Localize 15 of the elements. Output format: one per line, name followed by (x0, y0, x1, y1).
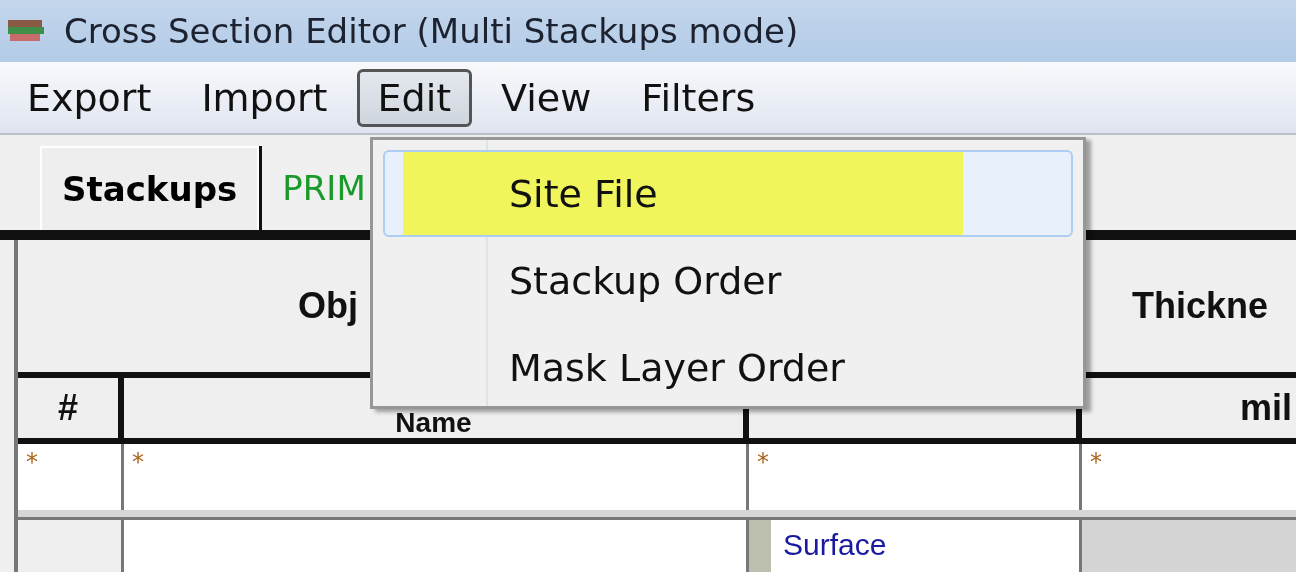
filter-cell[interactable]: * (749, 444, 1082, 510)
window-title: Cross Section Editor (Multi Stackups mode) (64, 11, 799, 51)
menu-item[interactable]: Filters (620, 68, 777, 127)
menu-option[interactable]: Site File (383, 150, 1073, 237)
menu-item[interactable]: View (480, 68, 613, 127)
filter-cell[interactable]: * (1082, 444, 1296, 510)
filter-cell[interactable]: * (18, 444, 124, 510)
header-cell: # (18, 378, 124, 444)
tab[interactable]: Stackups (40, 146, 260, 230)
menu-option[interactable]: Stackup Order (383, 237, 1073, 324)
menu-item[interactable]: Export (6, 68, 173, 127)
menu-item[interactable]: Import (180, 68, 349, 127)
table-cell-text: Surface (782, 527, 887, 560)
filter-cell[interactable]: * (124, 444, 749, 510)
menu-item[interactable]: Edit (356, 68, 473, 127)
